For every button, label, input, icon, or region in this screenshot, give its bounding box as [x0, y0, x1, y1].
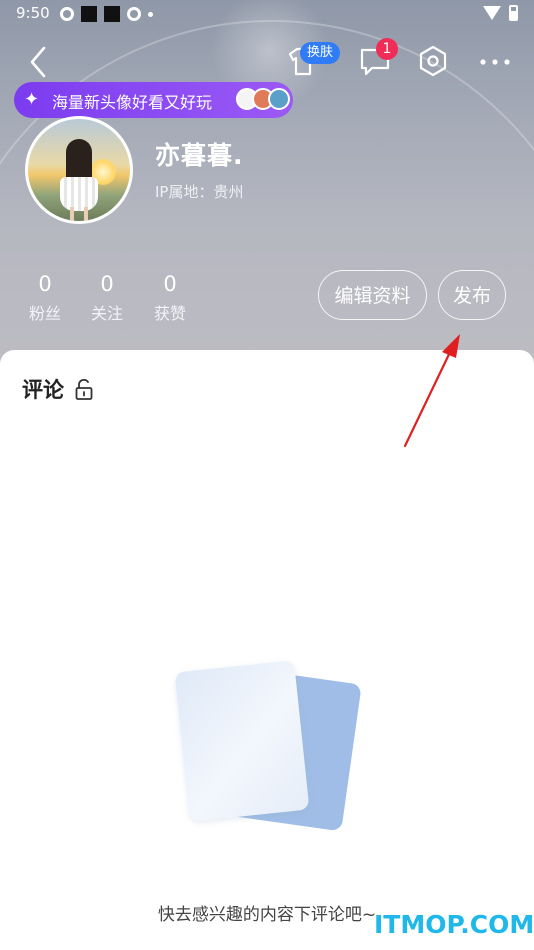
stat-followers[interactable]: 0 粉丝 [20, 272, 70, 324]
profile-avatar[interactable] [25, 116, 133, 224]
ip-location: IP属地：贵州 [155, 183, 244, 201]
promo-text: 海量新头像好看又好玩 [52, 93, 213, 112]
app-notification-icon [60, 7, 74, 21]
empty-state-illustration-front [174, 660, 310, 822]
sparkle-icon: ✦ [24, 89, 40, 110]
unlock-icon[interactable] [74, 378, 94, 402]
promo-avatar-stack [236, 88, 290, 110]
stat-label: 粉丝 [28, 304, 61, 323]
avatar-figure-dress [60, 177, 98, 211]
watermark: ITMOP.COM [374, 910, 534, 939]
avatar-promo-banner[interactable]: ✦ 海量新头像好看又好玩 [14, 82, 293, 124]
battery-icon [509, 5, 518, 21]
stat-label: 获赞 [153, 304, 186, 323]
notification-count-badge: 1 [376, 38, 398, 60]
avatar-figure-leg [70, 207, 74, 221]
status-right-icons [483, 5, 518, 21]
username: 亦暮暮. [155, 141, 244, 170]
status-bar: 9:50 [0, 0, 534, 28]
status-time: 9:50 [16, 4, 50, 22]
stat-label: 关注 [90, 304, 123, 323]
avatar-figure-leg [84, 207, 88, 221]
more-options-icon[interactable] [478, 52, 512, 72]
back-arrow-icon[interactable] [22, 42, 58, 82]
app-notification-icon [104, 6, 120, 22]
stat-value: 0 [38, 272, 52, 296]
skin-badge[interactable]: 换肤 [300, 42, 341, 64]
stat-following[interactable]: 0 关注 [82, 272, 132, 324]
comments-section-title: 评论 [22, 378, 64, 402]
settings-hexagon-icon[interactable] [416, 44, 450, 78]
publish-button[interactable]: 发布 [438, 270, 506, 320]
app-notification-icon [127, 7, 141, 21]
wifi-icon [483, 6, 501, 20]
stat-likes[interactable]: 0 获赞 [145, 272, 195, 324]
promo-avatar [268, 88, 290, 110]
stat-value: 0 [100, 272, 114, 296]
content-sheet [0, 350, 534, 950]
status-notification-icons [60, 6, 153, 22]
edit-profile-button[interactable]: 编辑资料 [318, 270, 427, 320]
more-notifications-dot [148, 11, 153, 17]
app-notification-icon [81, 6, 97, 22]
stat-value: 0 [163, 272, 177, 296]
